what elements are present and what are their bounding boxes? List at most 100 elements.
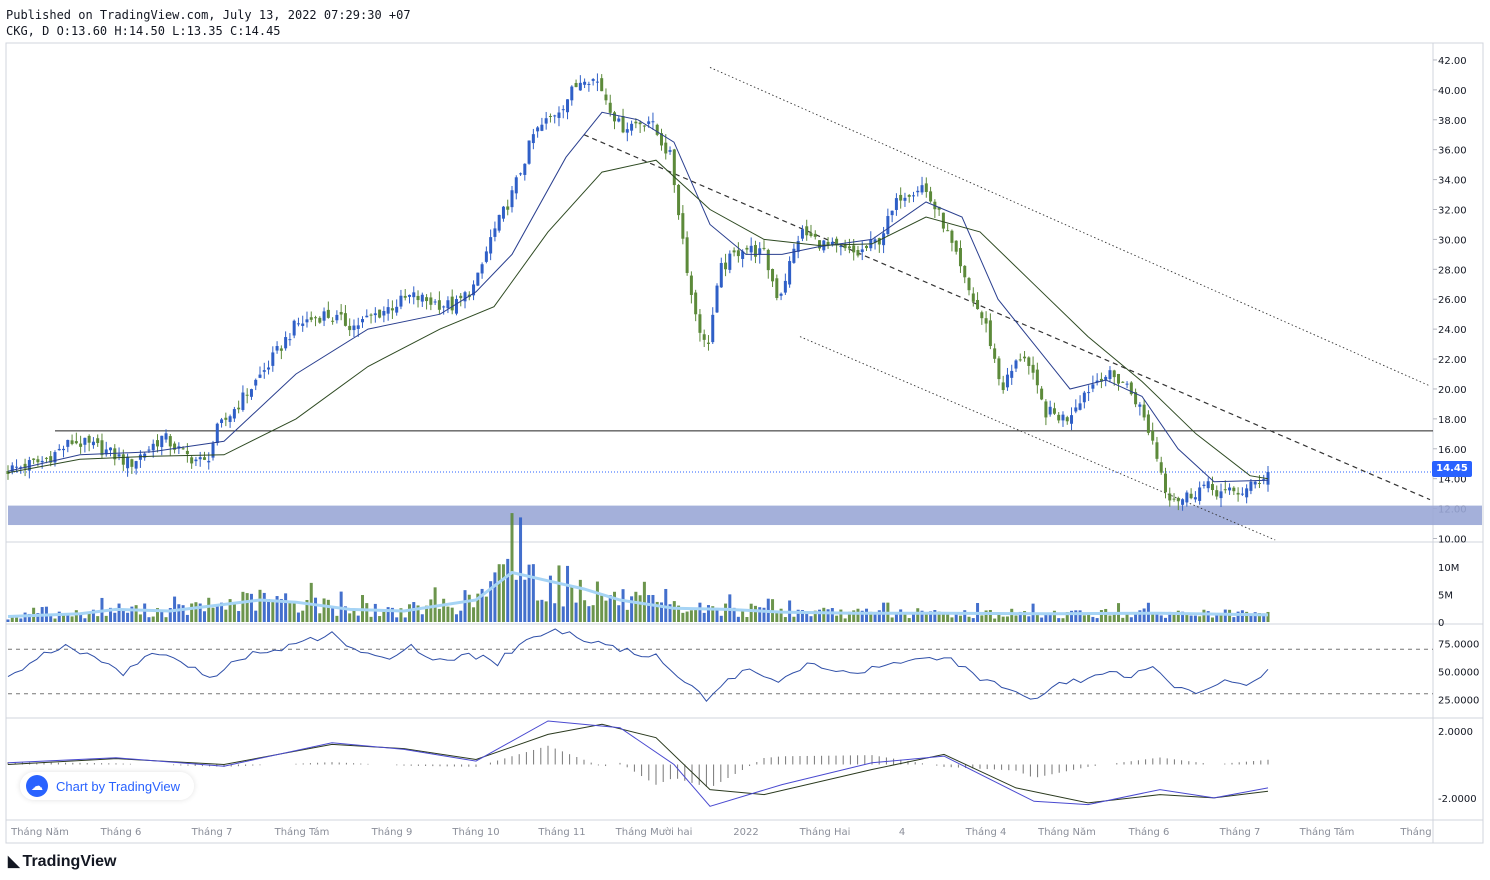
volume-bar-73	[318, 613, 322, 622]
candle-body-74	[322, 311, 326, 321]
volume-bar-66	[288, 602, 292, 622]
volume-bar-0	[6, 619, 10, 622]
volume-bar-243	[1044, 614, 1048, 622]
candle-body-91	[395, 306, 399, 313]
price-tick-label-9: 28.00	[1438, 265, 1467, 276]
x-axis-label-4: Tháng 9	[371, 826, 413, 838]
volume-bar-258	[1108, 615, 1112, 622]
candle-body-268	[1151, 430, 1155, 441]
candle-body-267	[1146, 414, 1150, 433]
candle-body-252	[1082, 392, 1086, 403]
volume-bar-102	[442, 598, 446, 622]
volume-bar-68	[296, 612, 300, 622]
volume-bar-196	[843, 618, 847, 622]
volume-bar-58	[254, 610, 258, 622]
candle-body-165	[711, 314, 715, 343]
candle-body-121	[523, 163, 527, 175]
candle-body-58	[254, 379, 258, 386]
candle-body-168	[724, 262, 728, 270]
candle-body-183	[788, 261, 792, 285]
candle-body-50	[220, 419, 224, 424]
price-tick-label-10: 30.00	[1438, 235, 1467, 246]
candle-body-132	[570, 86, 574, 101]
candle-body-279	[1198, 487, 1202, 501]
candle-body-49	[215, 423, 219, 444]
candle-body-148	[638, 122, 642, 125]
candle-body-35	[155, 440, 159, 447]
volume-bar-34	[151, 616, 155, 622]
candle-body-228	[980, 312, 984, 319]
volume-bar-251	[1078, 610, 1082, 622]
volume-bar-10	[49, 615, 53, 622]
x-axis-label-14: Tháng 7	[1219, 826, 1261, 838]
candle-body-224	[963, 265, 967, 278]
candle-body-223	[958, 248, 962, 267]
candle-body-14	[66, 439, 70, 447]
macd-tick-label-1: 2.0000	[1438, 727, 1473, 738]
candle-body-220	[946, 230, 950, 232]
tradingview-logo[interactable]: ◣ TradingView	[8, 852, 117, 871]
candle-body-130	[561, 109, 565, 111]
volume-bar-61	[267, 599, 271, 622]
rsi-tick-label-0: 25.0000	[1438, 695, 1479, 706]
volume-bar-142	[613, 591, 617, 622]
candle-body-254	[1091, 384, 1095, 389]
volume-bar-136	[587, 606, 591, 622]
candle-body-276	[1185, 492, 1189, 503]
candle-body-180	[775, 278, 779, 299]
volume-bar-263	[1129, 617, 1133, 622]
candle-body-286	[1228, 487, 1232, 491]
candle-body-30	[134, 461, 138, 469]
volume-bar-54	[237, 611, 241, 622]
candle-body-43	[190, 457, 194, 464]
rsi-tick-label-1: 50.0000	[1438, 668, 1479, 679]
candle-body-85	[369, 314, 373, 316]
volume-tick-label-1: 5M	[1438, 591, 1453, 602]
volume-bar-255	[1095, 618, 1099, 622]
candle-body-239	[1027, 357, 1031, 366]
volume-bar-264	[1134, 614, 1138, 622]
volume-bar-31	[138, 614, 142, 622]
price-tick-label-4: 18.00	[1438, 415, 1467, 426]
chart-by-tradingview-badge[interactable]: ☁ Chart by TradingView	[20, 772, 195, 800]
volume-bar-262	[1125, 614, 1129, 622]
macd-line	[7, 720, 1269, 807]
x-axis-label-6: Tháng 11	[537, 826, 585, 838]
candle-body-28	[126, 456, 130, 469]
candle-body-119	[514, 177, 518, 194]
candle-body-94	[407, 294, 411, 297]
candle-body-226	[971, 293, 975, 302]
candle-body-244	[1048, 406, 1052, 415]
volume-bar-94	[407, 604, 411, 622]
candle-body-71	[309, 317, 313, 320]
volume-bar-33	[147, 617, 151, 622]
volume-bar-191	[822, 607, 826, 622]
candle-body-170	[732, 250, 736, 253]
badge-label: Chart by TradingView	[56, 778, 181, 794]
candle-body-275	[1181, 499, 1185, 505]
volume-bar-151	[651, 594, 655, 622]
volume-bar-180	[775, 613, 779, 622]
candle-body-174	[749, 245, 753, 253]
volume-bar-162	[698, 602, 702, 622]
volume-bar-287	[1232, 617, 1236, 622]
volume-bar-105	[454, 614, 458, 622]
candle-body-38	[168, 436, 172, 447]
candle-body-269	[1155, 442, 1159, 459]
volume-bar-41	[181, 605, 185, 622]
macd-tick-label-0: -2.0000	[1438, 794, 1477, 805]
x-axis-label-10: 4	[899, 827, 905, 838]
candle-body-21	[96, 438, 100, 444]
volume-bar-256	[1099, 610, 1103, 622]
volume-bar-176	[758, 607, 762, 622]
candle-body-123	[531, 134, 535, 144]
volume-bar-36	[160, 610, 164, 622]
candle-body-44	[194, 459, 198, 462]
volume-bar-158	[681, 612, 685, 622]
candle-body-87	[378, 309, 382, 318]
tv-logo-label: TradingView	[22, 853, 117, 870]
price-tick-label-13: 36.00	[1438, 146, 1467, 157]
volume-tick-label-2: 10M	[1438, 563, 1459, 574]
candle-body-114	[493, 228, 497, 237]
candle-body-106	[459, 295, 463, 299]
